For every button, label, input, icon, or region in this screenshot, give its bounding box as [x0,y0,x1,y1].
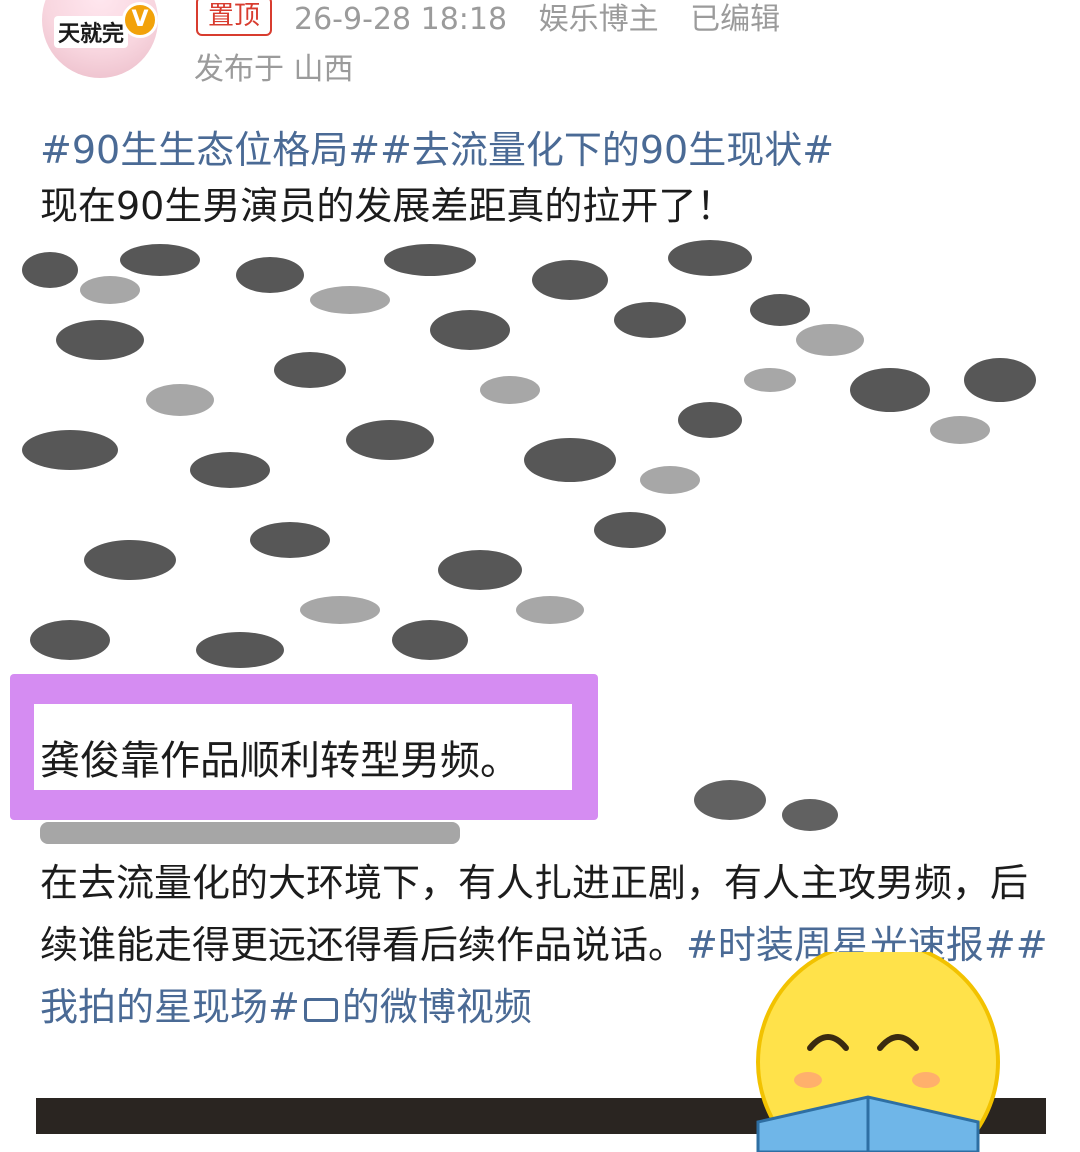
post-text: #90生生态位格局##去流量化下的90生现状# 现在90生男演员的发展差距真的拉… [40,122,1050,234]
video-suffix[interactable]: 的 [342,985,380,1029]
author-category: 娱乐博主 [538,2,659,37]
location: 发布于 山西 [194,52,354,87]
verified-icon: V [122,2,158,38]
post-meta: 26-9-28 18:18 娱乐博主 已编辑 [294,0,802,38]
video-icon [303,997,338,1022]
pinned-badge: 置顶 [196,0,273,36]
edited-label[interactable]: 已编辑 [690,2,780,37]
post-header: 天就完 V 置顶 26-9-28 18:18 娱乐博主 已编辑 发布于 山西 [0,0,1080,100]
avatar-text: 天就完 [54,16,129,48]
reading-emoji-sticker [756,952,1000,1152]
video-link[interactable]: 微博视频 [380,985,532,1029]
highlighted-sentence: 龚俊靠作品顺利转型男频。 [40,738,520,784]
post-intro: 现在90生男演员的发展差距真的拉开了！ [40,184,735,228]
hashtag-link[interactable]: #90生生态位格局##去流量化下的90生现状# [40,122,1050,178]
redacted-scribble [22,240,1036,668]
timestamp: 26-9-28 18:18 [294,2,508,37]
